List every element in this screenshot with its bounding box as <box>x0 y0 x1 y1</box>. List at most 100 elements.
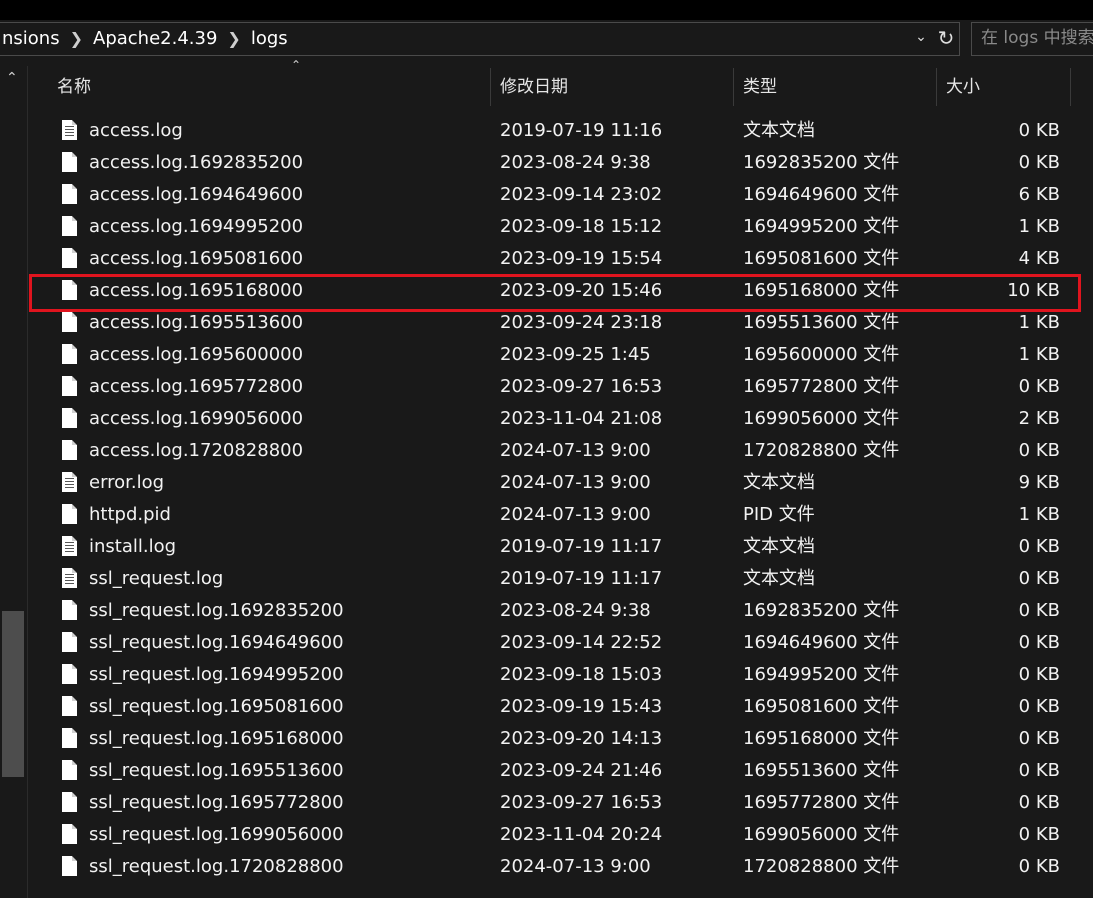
file-row[interactable]: ssl_request.log.1720828800 2024-07-13 9:0… <box>28 851 1093 883</box>
breadcrumb-item-apache[interactable]: Apache2.4.39 <box>89 28 221 49</box>
file-row[interactable]: ssl_request.log.1695081600 2023-09-19 15:… <box>28 691 1093 723</box>
column-header-type[interactable]: 类型 <box>743 66 933 106</box>
file-modified-date: 2023-09-14 22:52 <box>500 632 663 653</box>
file-name: ssl_request.log.1692835200 <box>89 600 344 621</box>
file-size: 0 KB <box>1018 824 1060 845</box>
file-row[interactable]: access.log.1695772800 2023-09-27 16:53 169… <box>28 371 1093 403</box>
file-row[interactable]: ssl_request.log.1695513600 2023-09-24 21:… <box>28 755 1093 787</box>
file-type: 1695168000 文件 <box>743 280 900 301</box>
column-divider[interactable] <box>1070 68 1071 106</box>
file-modified-date: 2024-07-13 9:00 <box>500 856 651 877</box>
file-modified-date: 2023-09-14 23:02 <box>500 184 663 205</box>
file-row[interactable]: access.log.1694995200 2023-09-18 15:12 169… <box>28 211 1093 243</box>
file-icon <box>62 376 77 396</box>
file-row[interactable]: ssl_request.log 2019-07-19 11:17 文本文档 0 KB <box>28 563 1093 595</box>
file-modified-date: 2023-09-27 16:53 <box>500 376 663 397</box>
file-size: 1 KB <box>1018 344 1060 365</box>
file-row[interactable]: install.log 2019-07-19 11:17 文本文档 0 KB <box>28 531 1093 563</box>
file-size: 0 KB <box>1018 152 1060 173</box>
file-name: httpd.pid <box>89 504 171 525</box>
file-modified-date: 2023-09-19 15:54 <box>500 248 663 269</box>
file-name: ssl_request.log <box>89 568 224 589</box>
file-name: access.log <box>89 120 183 141</box>
file-size: 0 KB <box>1018 440 1060 461</box>
column-header-name[interactable]: 名称 <box>57 66 487 106</box>
file-row[interactable]: access.log.1694649600 2023-09-14 23:02 169… <box>28 179 1093 211</box>
file-type: 1692835200 文件 <box>743 600 900 621</box>
scrollbar-thumb[interactable] <box>2 611 24 777</box>
file-icon <box>62 696 77 716</box>
search-input[interactable] <box>972 23 1093 53</box>
file-modified-date: 2023-09-20 14:13 <box>500 728 663 749</box>
breadcrumb-item-logs[interactable]: logs <box>247 28 292 49</box>
file-modified-date: 2023-08-24 9:38 <box>500 600 651 621</box>
file-row[interactable]: access.log.1720828800 2024-07-13 9:00 1720… <box>28 435 1093 467</box>
column-divider[interactable] <box>733 68 734 106</box>
refresh-icon[interactable]: ↻ <box>935 26 957 52</box>
file-size: 0 KB <box>1018 664 1060 685</box>
file-icon <box>62 344 77 364</box>
file-row[interactable]: ssl_request.log.1694995200 2023-09-18 15:… <box>28 659 1093 691</box>
file-type: PID 文件 <box>743 504 815 525</box>
column-divider[interactable] <box>490 68 491 106</box>
file-size: 0 KB <box>1018 760 1060 781</box>
chevron-right-icon[interactable]: ❯ <box>221 29 246 48</box>
column-header-date[interactable]: 修改日期 <box>500 66 730 106</box>
file-size: 9 KB <box>1018 472 1060 493</box>
file-icon <box>62 792 77 812</box>
file-type: 1695600000 文件 <box>743 344 900 365</box>
file-type: 1720828800 文件 <box>743 440 900 461</box>
file-icon <box>62 824 77 844</box>
breadcrumb-item-parent[interactable]: nsions <box>0 28 64 49</box>
file-size: 0 KB <box>1018 600 1060 621</box>
file-type: 1695081600 文件 <box>743 248 900 269</box>
file-row[interactable]: access.log.1695513600 2023-09-24 23:18 169… <box>28 307 1093 339</box>
file-row[interactable]: access.log.1695600000 2023-09-25 1:45 1695… <box>28 339 1093 371</box>
column-divider[interactable] <box>936 68 937 106</box>
file-size: 0 KB <box>1018 696 1060 717</box>
chevron-up-icon[interactable]: ⌃ <box>6 70 18 86</box>
file-name: access.log.1694649600 <box>89 184 304 205</box>
file-row[interactable]: error.log 2024-07-13 9:00 文本文档 9 KB <box>28 467 1093 499</box>
vertical-scrollbar[interactable]: ⌃ <box>0 66 28 898</box>
file-type: 文本文档 <box>743 568 815 589</box>
file-name: ssl_request.log.1695772800 <box>89 792 344 813</box>
file-row[interactable]: access.log.1695168000 2023-09-20 15:46 169… <box>28 275 1093 307</box>
file-size: 6 KB <box>1018 184 1060 205</box>
file-type: 1694995200 文件 <box>743 664 900 685</box>
file-size: 0 KB <box>1018 120 1060 141</box>
file-row[interactable]: access.log.1692835200 2023-08-24 9:38 1692… <box>28 147 1093 179</box>
file-size: 0 KB <box>1018 728 1060 749</box>
search-box[interactable] <box>971 22 1093 56</box>
file-modified-date: 2024-07-13 9:00 <box>500 472 651 493</box>
file-size: 1 KB <box>1018 216 1060 237</box>
file-icon <box>62 760 77 780</box>
file-modified-date: 2023-09-24 23:18 <box>500 312 663 333</box>
file-row[interactable]: access.log 2019-07-19 11:16 文本文档 0 KB <box>28 115 1093 147</box>
file-row[interactable]: httpd.pid 2024-07-13 9:00 PID 文件 1 KB <box>28 499 1093 531</box>
file-row[interactable]: ssl_request.log.1695772800 2023-09-27 16:… <box>28 787 1093 819</box>
file-icon <box>62 152 77 172</box>
file-size: 0 KB <box>1018 568 1060 589</box>
file-name: access.log.1720828800 <box>89 440 304 461</box>
file-row[interactable]: ssl_request.log.1699056000 2023-11-04 20:… <box>28 819 1093 851</box>
file-row[interactable]: ssl_request.log.1692835200 2023-08-24 9:3… <box>28 595 1093 627</box>
file-row[interactable]: access.log.1699056000 2023-11-04 21:08 169… <box>28 403 1093 435</box>
chevron-down-icon[interactable]: ⌄ <box>912 29 930 49</box>
file-row[interactable]: access.log.1695081600 2023-09-19 15:54 169… <box>28 243 1093 275</box>
file-row[interactable]: ssl_request.log.1694649600 2023-09-14 22:… <box>28 627 1093 659</box>
file-size: 10 KB <box>1007 280 1060 301</box>
file-row[interactable]: ssl_request.log.1695168000 2023-09-20 14:… <box>28 723 1093 755</box>
chevron-right-icon[interactable]: ❯ <box>64 29 89 48</box>
column-header-size[interactable]: 大小 <box>946 66 1066 106</box>
file-modified-date: 2019-07-19 11:17 <box>500 536 663 557</box>
file-icon <box>62 728 77 748</box>
file-modified-date: 2023-09-20 15:46 <box>500 280 663 301</box>
address-bar[interactable]: nsions ❯ Apache2.4.39 ❯ logs ⌄ ↻ <box>0 22 960 56</box>
file-type: 1699056000 文件 <box>743 824 900 845</box>
file-name: access.log.1694995200 <box>89 216 304 237</box>
file-size: 0 KB <box>1018 792 1060 813</box>
file-modified-date: 2023-09-27 16:53 <box>500 792 663 813</box>
file-name: access.log.1695513600 <box>89 312 304 333</box>
file-modified-date: 2023-09-24 21:46 <box>500 760 663 781</box>
